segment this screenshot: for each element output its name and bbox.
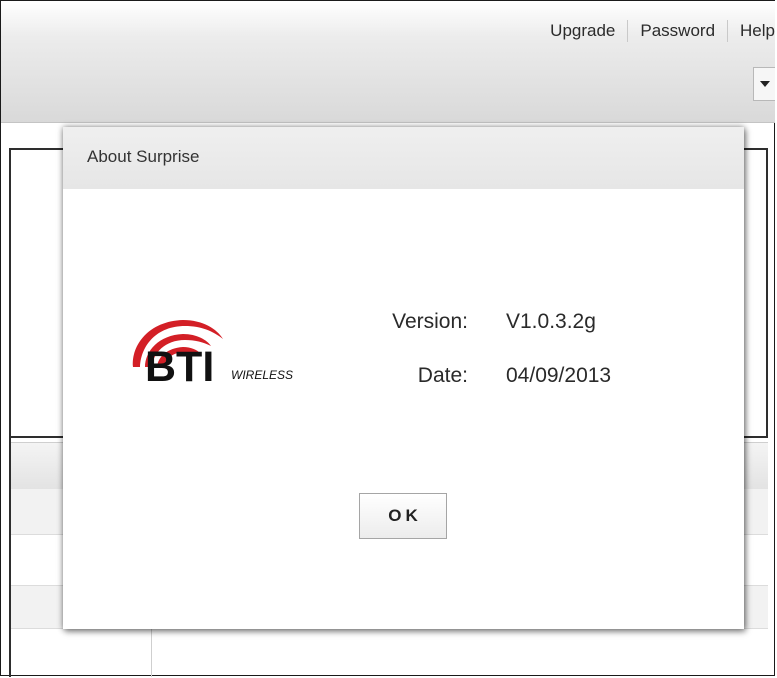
top-header: Upgrade Password Help	[1, 1, 775, 123]
header-links: Upgrade Password Help	[538, 20, 775, 42]
version-value: V1.0.3.2g	[506, 310, 596, 333]
date-value: 04/09/2013	[506, 364, 612, 387]
ok-button[interactable]: OK	[359, 493, 447, 539]
dialog-titlebar: About Surprise	[63, 127, 744, 189]
upgrade-link[interactable]: Upgrade	[538, 21, 627, 41]
dropdown-button[interactable]	[753, 67, 775, 101]
caret-down-icon	[759, 81, 770, 87]
about-dialog: About Surprise BTI WIRELESS Version: Dat…	[63, 127, 744, 629]
logo-brand-text: BTI	[145, 343, 214, 385]
left-border-line	[9, 148, 11, 677]
help-link[interactable]: Help	[728, 21, 775, 41]
dialog-title: About Surprise	[87, 147, 200, 166]
version-label: Version:	[392, 310, 468, 333]
date-label: Date:	[417, 364, 468, 387]
password-link[interactable]: Password	[628, 21, 727, 41]
bti-wireless-logo: BTI WIRELESS	[132, 320, 293, 385]
logo-sub-text: WIRELESS	[231, 368, 293, 382]
